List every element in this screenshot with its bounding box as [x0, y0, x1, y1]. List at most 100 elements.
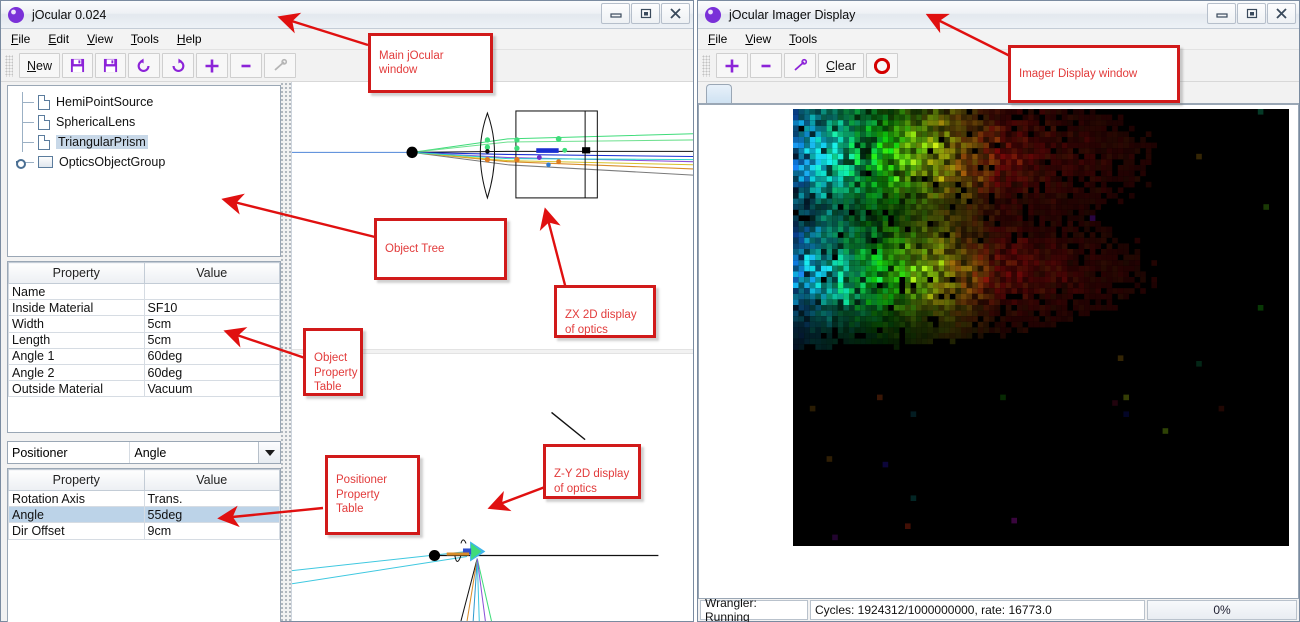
cell-value[interactable]: 5cm [143, 331, 280, 349]
table-header-row: Property Value [8, 469, 280, 491]
close-button[interactable] [1267, 3, 1296, 24]
imager-tab[interactable] [706, 84, 732, 103]
table-row[interactable]: Inside Material SF10 [8, 299, 280, 317]
positioner-property-table[interactable]: Property Value Rotation Axis Trans. Angl… [7, 468, 281, 622]
chevron-down-icon[interactable] [258, 442, 280, 463]
table-row[interactable]: Angle 1 60deg [8, 347, 280, 365]
tree-item-label: TriangularPrism [56, 135, 148, 149]
annotation-imager-window: Imager Display window [1008, 45, 1180, 103]
save-as-button[interactable] [95, 53, 127, 78]
redo-button[interactable] [162, 53, 195, 78]
minimize-button[interactable] [601, 3, 630, 24]
toolbar-grip[interactable] [5, 54, 13, 77]
cell-property: Inside Material [8, 299, 145, 317]
cell-value[interactable]: 9cm [143, 522, 280, 540]
cell-value[interactable]: 55deg [143, 506, 280, 524]
cell-property: Angle [8, 506, 145, 524]
cell-value[interactable] [143, 282, 280, 301]
panel-splitter[interactable] [281, 82, 291, 621]
annotation-text: Object Tree [385, 242, 445, 255]
cell-value[interactable]: 60deg [143, 347, 280, 365]
connect-button [264, 53, 297, 78]
positioner-dropdown[interactable]: Angle [130, 442, 280, 463]
column-header-value: Value [143, 469, 280, 491]
imager-body: Wrangler: Running Cycles: 1924312/100000… [698, 82, 1299, 622]
zoom-out-button[interactable] [750, 53, 782, 78]
tree-item-triangularprism[interactable]: TriangularPrism [12, 132, 276, 152]
cell-property: Angle 1 [8, 347, 145, 365]
save-button[interactable] [62, 53, 94, 78]
imager-statusbar: Wrangler: Running Cycles: 1924312/100000… [698, 596, 1299, 622]
table-row[interactable]: Angle 2 60deg [8, 363, 280, 382]
minimize-button[interactable] [1207, 3, 1236, 24]
annotation-text: Main jOcular window [379, 49, 444, 76]
cell-value[interactable]: Trans. [143, 489, 280, 508]
add-button[interactable] [196, 53, 229, 78]
menu-tools[interactable]: Tools [131, 32, 159, 46]
cell-value[interactable]: SF10 [143, 299, 280, 317]
table-row[interactable]: Rotation Axis Trans. [8, 489, 280, 508]
cell-property: Angle 2 [8, 363, 145, 382]
column-header-property: Property [8, 262, 145, 284]
tree-item-label: OpticsObjectGroup [59, 155, 166, 169]
zoom-in-button[interactable] [716, 53, 748, 78]
annotation-zx-display: ZX 2D display of optics [554, 285, 656, 338]
close-button[interactable] [661, 3, 690, 24]
annotation-text: Imager Display window [1019, 67, 1138, 80]
new-button[interactable]: New [19, 53, 61, 78]
progress-bar: 0% [1147, 600, 1297, 620]
menu-edit[interactable]: Edit [48, 32, 69, 46]
table-row[interactable]: Dir Offset 9cm [8, 522, 280, 540]
imager-window-controls [1207, 3, 1296, 24]
left-panel: HemiPointSource SphericalLens Triangular… [1, 82, 281, 622]
restore-button[interactable] [1237, 3, 1266, 24]
table-row[interactable]: Outside Material Vacuum [8, 380, 280, 398]
menu-file[interactable]: File [11, 32, 30, 46]
document-icon [38, 94, 50, 110]
tree-item-label: HemiPointSource [56, 95, 154, 109]
column-header-value: Value [143, 262, 280, 284]
imager-canvas-wrap[interactable] [698, 104, 1299, 599]
positioner-selector-row: Positioner Angle [7, 441, 281, 464]
annotation-text: Object Property Table [314, 352, 358, 394]
object-property-table[interactable]: Property Value Name Inside Material SF10 [7, 261, 281, 433]
main-menubar: File Edit View Tools Help [1, 29, 693, 50]
toolbar-grip[interactable] [702, 54, 710, 77]
tree-item-hemipointsource[interactable]: HemiPointSource [12, 92, 276, 112]
menu-view[interactable]: View [87, 32, 113, 46]
tree-item-opticsobjectgroup[interactable]: OpticsObjectGroup [12, 152, 276, 172]
tree-expand-handle-icon[interactable] [16, 158, 26, 169]
cell-property: Rotation Axis [8, 489, 145, 508]
remove-button[interactable] [230, 53, 263, 78]
stop-button[interactable] [865, 53, 898, 78]
tree-line [22, 142, 34, 143]
main-window-titlebar[interactable]: jOcular 0.024 [1, 1, 693, 29]
folder-icon [38, 156, 53, 168]
table-row[interactable]: Width 5cm [8, 315, 280, 333]
table-row[interactable]: Name [8, 282, 280, 301]
annotation-text: Z-Y 2D display of optics [554, 468, 630, 495]
menu-view[interactable]: View [745, 32, 771, 46]
menu-tools[interactable]: Tools [789, 32, 817, 46]
imager-menubar: File View Tools [698, 29, 1299, 50]
imager-toolbar: Clear [698, 50, 1299, 82]
imager-window-titlebar[interactable]: jOcular Imager Display [698, 1, 1299, 29]
cell-value[interactable]: Vacuum [143, 380, 280, 398]
clear-button[interactable]: Clear [818, 53, 864, 78]
connect-button[interactable] [784, 53, 816, 78]
menu-file[interactable]: File [708, 32, 727, 46]
column-header-property: Property [8, 469, 145, 491]
restore-button[interactable] [631, 3, 660, 24]
menu-help[interactable]: Help [177, 32, 202, 46]
annotation-object-property-table: Object Property Table [303, 328, 363, 396]
object-tree[interactable]: HemiPointSource SphericalLens Triangular… [7, 85, 281, 257]
undo-button[interactable] [128, 53, 161, 78]
cell-property: Outside Material [8, 380, 145, 398]
imager-canvas[interactable] [793, 109, 1289, 546]
cell-value[interactable]: 60deg [143, 363, 280, 382]
table-row-selected[interactable]: Angle 55deg [8, 506, 280, 524]
table-row[interactable]: Length 5cm [8, 331, 280, 349]
tree-item-sphericallens[interactable]: SphericalLens [12, 112, 276, 132]
cell-value[interactable]: 5cm [143, 315, 280, 333]
cell-property: Width [8, 315, 145, 333]
